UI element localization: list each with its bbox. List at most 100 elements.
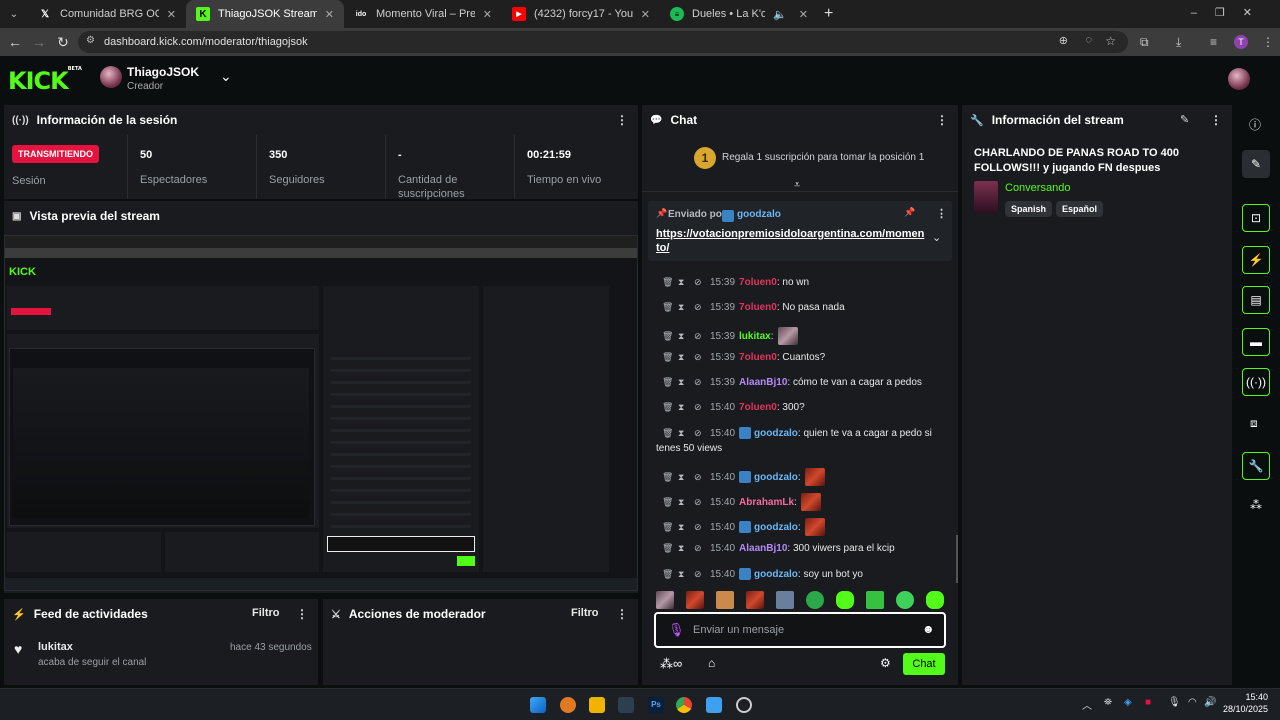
media-icon[interactable]: ≡ xyxy=(1210,35,1217,49)
message-user[interactable]: 7oluen0 xyxy=(739,402,777,413)
layout-icon[interactable]: ⧈ xyxy=(1250,416,1258,431)
window-controls[interactable]: –❐✕ xyxy=(1191,6,1270,19)
tag-pill[interactable]: Español xyxy=(1056,201,1104,217)
bookmark-star-icon[interactable]: ☆ xyxy=(1105,34,1116,48)
timeout-icon[interactable]: ⧗ xyxy=(678,543,694,554)
emote-icon[interactable] xyxy=(896,591,914,609)
chat-message[interactable]: 🗑 ⧗ ⊘ 15:39 AlaanBj10: cómo te van a cagar a… xyxy=(662,377,926,388)
volume-icon[interactable]: 🔊 xyxy=(1204,697,1216,708)
message-user[interactable]: lukitax xyxy=(739,331,771,342)
delete-icon[interactable]: 🗑 xyxy=(662,428,678,439)
timeout-icon[interactable]: ⧗ xyxy=(678,352,694,363)
browser-tab-x[interactable]: 𝕏 Comunidad BRG OG / X ✕ xyxy=(28,0,186,28)
delete-icon[interactable]: 🗑 xyxy=(662,277,678,288)
kebab-menu-icon[interactable]: ⋮ xyxy=(936,207,947,220)
chat-message[interactable]: 🗑 ⧗ ⊘ 15:40 7oluen0: 300? xyxy=(662,402,809,413)
channel-name[interactable]: ThiagoJSOK xyxy=(127,65,199,79)
chat-message[interactable]: 🗑 ⧗ ⊘ 15:40 goodzalo: soy un bot yo xyxy=(662,568,867,580)
kebab-menu-icon[interactable]: ⋮ xyxy=(616,113,628,127)
delete-icon[interactable]: 🗑 xyxy=(662,377,678,388)
stream-category[interactable]: Conversando xyxy=(1005,182,1070,194)
category-thumbnail[interactable] xyxy=(974,181,998,213)
tray-icon[interactable]: ◈ xyxy=(1124,697,1132,708)
feed-user[interactable]: lukitax xyxy=(38,641,73,653)
forward-icon[interactable]: → xyxy=(27,34,51,50)
new-tab-button[interactable]: + xyxy=(818,5,833,23)
close-icon[interactable]: ✕ xyxy=(641,8,650,21)
message-user[interactable]: goodzalo xyxy=(754,522,798,533)
chat-input[interactable]: 🎙 Enviar un mensaje ☻ xyxy=(654,612,946,648)
emote-icon[interactable] xyxy=(836,591,854,609)
filter-button[interactable]: Filtro xyxy=(571,607,599,619)
gift-sub-prompt[interactable]: Regala 1 suscripción para tomar la posic… xyxy=(722,152,924,163)
emote-icon[interactable] xyxy=(866,591,884,609)
timeout-icon[interactable]: ⧗ xyxy=(678,302,694,313)
message-user[interactable]: goodzalo xyxy=(754,472,798,483)
timeout-icon[interactable]: ⧗ xyxy=(678,377,694,388)
browser-tab-spotify[interactable]: ≡ Dueles • La K'onga 🔈 ✕ xyxy=(660,0,818,28)
filter-button[interactable]: Filtro xyxy=(252,607,280,619)
ban-icon[interactable]: ⊘ xyxy=(694,302,710,313)
timeout-icon[interactable]: ⧗ xyxy=(678,497,694,508)
download-icon[interactable]: ⤓ xyxy=(1176,35,1181,50)
ban-icon[interactable]: ⊘ xyxy=(694,569,710,580)
pinned-link[interactable]: https://votacionpremiosidoloargentina.co… xyxy=(656,227,926,255)
emote-icon[interactable] xyxy=(806,591,824,609)
message-user[interactable]: AlaanBj10 xyxy=(739,377,787,388)
address-bar[interactable]: ⚙ dashboard.kick.com/moderator/thiagojso… xyxy=(78,31,1128,53)
kebab-menu-icon[interactable]: ⋮ xyxy=(936,113,948,127)
timeout-icon[interactable]: ⧗ xyxy=(678,402,694,413)
send-chat-button[interactable]: Chat xyxy=(903,653,945,675)
chat-message[interactable]: 🗑 ⧗ ⊘ 15:40 goodzalo: xyxy=(662,518,825,536)
app-icon[interactable] xyxy=(618,697,634,713)
zoom-icon[interactable]: ⊕ xyxy=(1059,34,1068,47)
chat-message[interactable]: 🗑 ⧗ ⊘ 15:40 AlaanBj10: 300 viwers para el kc… xyxy=(662,543,899,554)
message-user[interactable]: 7oluen0 xyxy=(739,352,777,363)
chevron-down-icon[interactable]: ⌄ xyxy=(932,231,941,244)
chat-message[interactable]: 🗑 ⧗ ⊘ 15:40 AbrahamLk: xyxy=(662,493,821,511)
clip-icon[interactable]: ⊡ xyxy=(1242,204,1270,232)
chat-message[interactable]: 🗑 ⧗ ⊘ 15:40 goodzalo: xyxy=(662,468,825,486)
emote-icon[interactable] xyxy=(656,591,674,609)
ban-icon[interactable]: ⊘ xyxy=(694,352,710,363)
site-info-icon[interactable]: ⚙ xyxy=(86,35,95,46)
ban-icon[interactable]: ⊘ xyxy=(694,277,710,288)
timeout-icon[interactable]: ⧗ xyxy=(678,522,694,533)
unpin-icon[interactable]: 📌 xyxy=(904,207,915,218)
reload-icon[interactable]: ↻ xyxy=(51,34,75,51)
tray-icon[interactable]: ⛯ xyxy=(1104,697,1112,708)
delete-icon[interactable]: 🗑 xyxy=(662,543,678,554)
tray-icon[interactable]: ■ xyxy=(1145,697,1151,708)
delete-icon[interactable]: 🗑 xyxy=(662,331,678,342)
chat-message[interactable]: 🗑 ⧗ ⊘ 15:39 7oluen0: Cuantos? xyxy=(662,352,829,363)
delete-icon[interactable]: 🗑 xyxy=(662,472,678,483)
browser-tab-idolo[interactable]: ido Momento Viral – Premios Idolo ✕ xyxy=(344,0,502,28)
document-icon[interactable]: ▤ xyxy=(1242,286,1270,314)
delete-icon[interactable]: 🗑 xyxy=(662,522,678,533)
message-user[interactable]: goodzalo xyxy=(754,569,798,580)
message-user[interactable]: 7oluen0 xyxy=(739,277,777,288)
store-icon[interactable]: ⌂ xyxy=(708,656,715,670)
emoji-icon[interactable]: ☻ xyxy=(922,622,935,636)
chat-bubble-icon[interactable]: ▬ xyxy=(1242,328,1270,356)
edit-icon[interactable]: ✎ xyxy=(1242,150,1270,178)
tab-search-icon[interactable]: ⌄ xyxy=(0,9,28,20)
ban-icon[interactable]: ⊘ xyxy=(694,331,710,342)
eye-off-icon[interactable]: ◌ xyxy=(1085,34,1092,46)
emote-icon[interactable] xyxy=(926,591,944,609)
delete-icon[interactable]: 🗑 xyxy=(662,569,678,580)
delete-icon[interactable]: 🗑 xyxy=(662,402,678,413)
points-icon[interactable]: ⁂∞ xyxy=(660,656,682,672)
app-icon[interactable] xyxy=(706,697,722,713)
app-icon[interactable] xyxy=(736,697,752,713)
browser-tab-youtube[interactable]: ▶ (4232) forcy17 - YouTube ✕ xyxy=(502,0,660,28)
ban-icon[interactable]: ⊘ xyxy=(694,377,710,388)
app-icon[interactable] xyxy=(560,697,576,713)
chat-message[interactable]: 🗑 ⧗ ⊘ 15:39 7oluen0: No pasa nada xyxy=(662,302,849,313)
info-icon[interactable]: ⓘ xyxy=(1249,116,1261,133)
pinned-user[interactable]: goodzalo xyxy=(737,209,781,220)
chevron-up-icon[interactable]: ︿ xyxy=(1082,697,1092,712)
speaker-icon[interactable]: 🔈 xyxy=(773,8,787,21)
kick-logo[interactable]: KICKBETA xyxy=(8,66,82,95)
photoshop-icon[interactable]: Ps xyxy=(648,697,664,713)
